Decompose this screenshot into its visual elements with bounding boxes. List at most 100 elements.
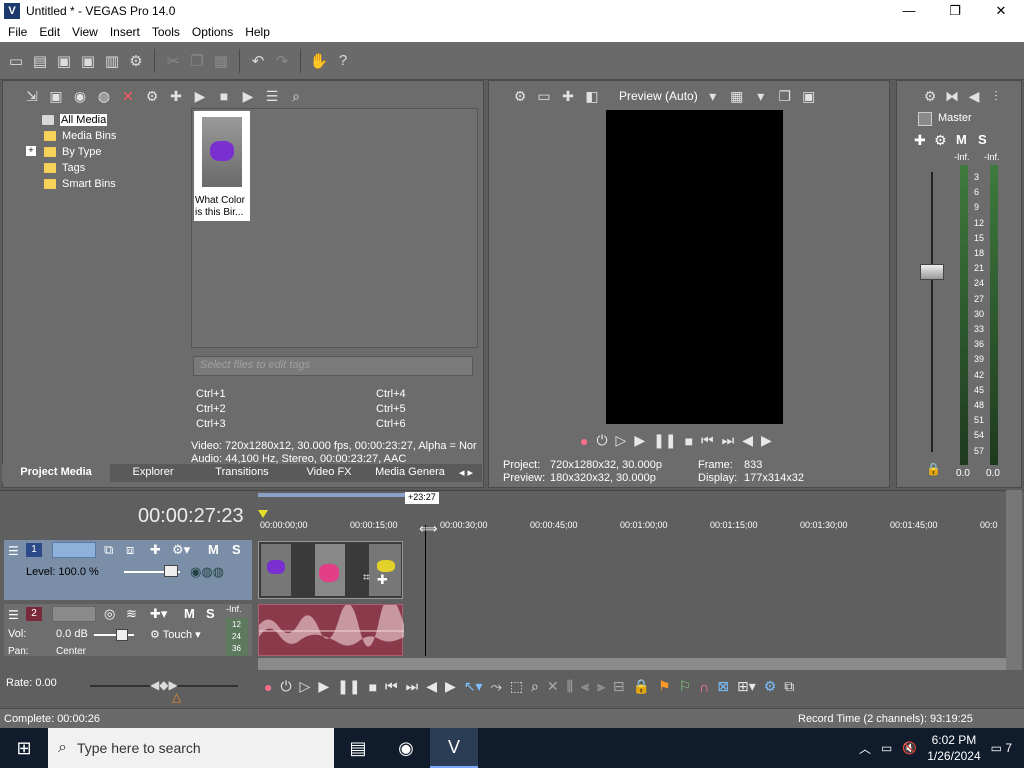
windows-start-icon[interactable]: ⊞: [0, 728, 48, 768]
volume-muted-icon[interactable]: 🔇: [902, 741, 917, 755]
overlays-grid-icon[interactable]: ▦: [728, 88, 746, 105]
render-icon[interactable]: ▥: [102, 51, 122, 71]
import-media-icon[interactable]: ⇲: [23, 88, 41, 105]
remove-media-icon[interactable]: ✕: [119, 88, 137, 105]
track-name-input[interactable]: [52, 542, 96, 558]
previous-frame-icon[interactable]: ◀: [426, 678, 437, 695]
volume-slider-handle[interactable]: [116, 629, 128, 641]
normal-edit-tool-icon[interactable]: ↖▾: [464, 678, 483, 695]
loop-playback-icon[interactable]: ⏻: [280, 678, 291, 695]
insert-marker-icon[interactable]: ⚑: [658, 678, 671, 695]
automation-mode-dropdown[interactable]: ⚙ Touch ▾: [150, 628, 201, 641]
record-icon[interactable]: ●: [264, 679, 272, 695]
plugin-icon[interactable]: ✚: [167, 88, 185, 105]
play-from-start-icon[interactable]: ▷: [616, 432, 627, 449]
audio-clip[interactable]: [258, 597, 404, 656]
next-frame-icon[interactable]: ▶: [761, 432, 772, 449]
go-to-start-icon[interactable]: ⏮: [701, 432, 714, 449]
mute-button[interactable]: M: [184, 606, 195, 621]
tree-item-tags[interactable]: Tags: [44, 160, 85, 176]
close-button[interactable]: ✕: [978, 0, 1024, 22]
trim-icon[interactable]: ⫼: [567, 678, 573, 695]
event-pan-crop-icon[interactable]: ⌗: [363, 570, 370, 585]
search-icon[interactable]: ⌕: [287, 88, 305, 105]
mute-button[interactable]: M: [208, 542, 219, 557]
menu-tools[interactable]: Tools: [146, 25, 186, 39]
paste-icon[interactable]: ▦: [211, 51, 231, 71]
maximize-button[interactable]: ❐: [932, 0, 978, 22]
tab-transitions[interactable]: Transitions: [196, 464, 288, 482]
views-icon[interactable]: ☰: [263, 88, 281, 105]
taskbar-search[interactable]: ⌕ Type here to search: [48, 728, 334, 768]
stop-media-icon[interactable]: ■: [215, 88, 233, 104]
cut-icon[interactable]: ✂: [163, 51, 183, 71]
redo-icon[interactable]: ↷: [272, 51, 292, 71]
playhead-cursor[interactable]: [425, 525, 426, 656]
auto-preview-icon[interactable]: ▶: [239, 88, 257, 105]
vegas-taskbar-icon[interactable]: V: [430, 728, 478, 768]
play-media-icon[interactable]: ▶: [191, 88, 209, 105]
save-snapshot-icon[interactable]: ▣: [800, 88, 818, 105]
video-clip[interactable]: ⌗ ✚: [258, 541, 403, 599]
event-fx-icon[interactable]: ✚: [377, 572, 388, 588]
copy-icon[interactable]: ❐: [187, 51, 207, 71]
tree-item-all-media[interactable]: All Media: [42, 112, 108, 128]
trim-start-icon[interactable]: ⫷: [581, 678, 589, 695]
network-icon[interactable]: ▭: [881, 741, 892, 755]
master-mute-button[interactable]: M: [956, 132, 967, 147]
master-fader-handle[interactable]: [920, 264, 944, 280]
tab-explorer[interactable]: Explorer: [110, 464, 196, 482]
lock-envelopes-icon[interactable]: ⚙: [764, 678, 777, 695]
preview-screen[interactable]: [606, 110, 783, 424]
snapping-icon[interactable]: ∩: [699, 679, 709, 695]
track-collapse-icon[interactable]: ☰: [8, 544, 19, 558]
trim-end-icon[interactable]: ⫸: [597, 678, 605, 695]
interactive-tutorials-icon[interactable]: ✋: [309, 51, 329, 71]
tab-project-media[interactable]: Project Media: [2, 464, 110, 482]
level-slider-handle[interactable]: [164, 565, 178, 577]
tree-item-smart-bins[interactable]: Smart Bins: [44, 176, 116, 192]
track-motion-icon[interactable]: ⧉: [104, 542, 113, 558]
open-folder-icon[interactable]: ▤: [30, 51, 50, 71]
external-monitor-icon[interactable]: ▭: [535, 88, 553, 105]
loop-region-bar[interactable]: [258, 493, 406, 497]
tree-item-media-bins[interactable]: Media Bins: [44, 128, 116, 144]
go-to-end-icon[interactable]: ⏭: [722, 432, 735, 449]
tags-input[interactable]: Select files to edit tags: [193, 356, 473, 376]
system-clock[interactable]: 6:02 PM 1/26/2024: [927, 732, 980, 764]
expand-by-type-icon[interactable]: +: [26, 146, 36, 156]
zoom-tool-icon[interactable]: ⌕: [531, 678, 539, 695]
play-from-start-icon[interactable]: ▷: [300, 678, 311, 695]
file-explorer-icon[interactable]: ▤: [334, 728, 382, 768]
track-fx-icon[interactable]: ✚: [150, 542, 161, 558]
track-settings-icon[interactable]: ⚙▾: [172, 542, 190, 558]
minimize-button[interactable]: —: [886, 0, 932, 22]
master-settings-icon[interactable]: ⚙: [934, 132, 947, 149]
stop-icon[interactable]: ■: [369, 679, 377, 695]
tab-media-generators[interactable]: Media Genera: [370, 464, 450, 482]
media-fx-icon[interactable]: ⚙: [143, 88, 161, 105]
downmix-icon[interactable]: ⧓: [943, 88, 961, 105]
pause-icon[interactable]: ❚❚: [337, 678, 360, 695]
compositing-icon[interactable]: ⧈: [126, 542, 134, 558]
video-track-header[interactable]: ☰ 1 ⧉ ⧈ ✚ ⚙▾ M S Level: 100.0 % ◉◍◍: [4, 540, 252, 600]
stop-icon[interactable]: ■: [685, 433, 693, 449]
vertical-scrollbar[interactable]: [1006, 490, 1022, 670]
track-collapse-icon[interactable]: ☰: [8, 608, 19, 622]
pause-icon[interactable]: ❚❚: [653, 432, 676, 449]
tree-item-by-type[interactable]: By Type: [44, 144, 102, 160]
lock-channels-icon[interactable]: ⫶: [987, 88, 1005, 105]
insert-region-icon[interactable]: ⚐: [679, 678, 692, 695]
go-to-end-icon[interactable]: ⏭: [406, 678, 419, 695]
preview-properties-icon[interactable]: ⚙: [511, 88, 529, 105]
master-solo-button[interactable]: S: [978, 132, 987, 147]
next-frame-icon[interactable]: ▶: [445, 678, 456, 695]
record-icon[interactable]: ●: [580, 433, 588, 449]
tabs-scroll-arrows-icon[interactable]: ◂ ▸: [450, 464, 482, 482]
web-icon[interactable]: ◍: [95, 88, 113, 105]
split-screen-icon[interactable]: ◧: [583, 88, 601, 105]
preview-quality-dropdown[interactable]: Preview (Auto): [619, 89, 698, 103]
chevron-down-icon[interactable]: ▾: [704, 88, 722, 105]
lock-icon[interactable]: 🔒: [926, 462, 941, 476]
track-name-input[interactable]: [52, 606, 96, 622]
